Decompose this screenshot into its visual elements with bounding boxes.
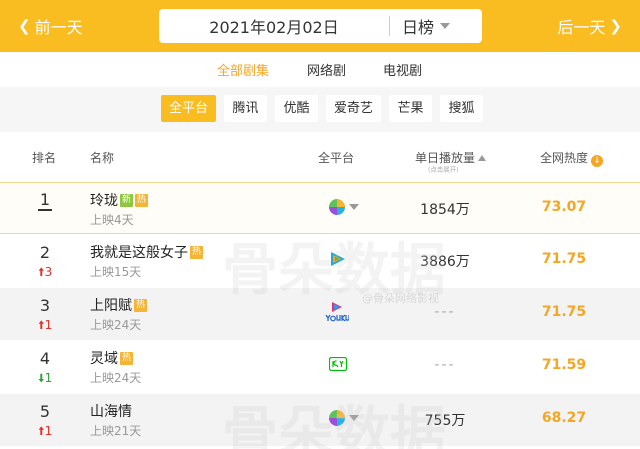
multi-platform-icon (329, 410, 345, 426)
column-plays[interactable]: 单日播放量 (415, 149, 487, 166)
platform-chip-tencent[interactable]: 腾讯 (224, 95, 267, 122)
sort-up-icon (478, 155, 487, 161)
next-day-button[interactable]: 后一天 ❯ (557, 14, 626, 38)
release-days: 上映15天 (90, 265, 142, 279)
platform-chip-youku[interactable]: 优酷 (275, 95, 318, 122)
rank-change-value: 1 (44, 318, 53, 332)
series-title-text: 我就是这般女子 (90, 245, 188, 261)
platform-logo (325, 301, 349, 323)
table-row[interactable]: 4 🠫1 灵域 热 上映24天 --- 71.59 (0, 341, 640, 393)
table-row[interactable]: 5 🠩1 山海情 上映21天 755万 68.27 (0, 394, 640, 446)
column-heat[interactable]: 全网热度 ↓ (540, 149, 604, 167)
release-days: 上映24天 (90, 371, 142, 385)
period-label: 日榜 (402, 18, 435, 37)
column-plays-label: 单日播放量 (415, 151, 476, 165)
tencent-video-icon (331, 252, 345, 266)
chevron-right-icon: ❯ (609, 17, 622, 35)
arrow-up-icon: 🠩 (38, 424, 45, 438)
hot-badge: 热 (134, 298, 147, 312)
arrow-up-icon: 🠩 (38, 265, 45, 279)
series-title-text: 山海情 (90, 404, 132, 420)
rank-change-value: 1 (44, 371, 53, 385)
platform-selector[interactable] (329, 199, 359, 215)
new-badge: 新 (120, 193, 133, 207)
series-title[interactable]: 我就是这般女子 热 (90, 242, 203, 262)
rank-change: 🠩1 (38, 422, 52, 443)
daily-plays: 755万 (424, 413, 466, 429)
release-days: 上映4天 (90, 213, 134, 227)
series-title[interactable]: 灵域 热 (90, 348, 133, 368)
top-bar: ❮ 前一天 2021年02月02日 日榜 后一天 ❯ (0, 0, 640, 52)
multi-platform-icon (329, 199, 345, 215)
platform-chip-sohu[interactable]: 搜狐 (440, 95, 483, 122)
platform-filter: 全平台 腾讯 优酷 爱奇艺 芒果 搜狐 (0, 87, 640, 132)
heat-score: 71.75 (541, 304, 587, 320)
platform-selector[interactable] (329, 410, 359, 426)
column-name: 名称 (90, 151, 115, 165)
release-days: 上映24天 (90, 318, 142, 332)
iqiyi-icon (329, 357, 347, 371)
tab-all-series[interactable]: 全部剧集 (217, 60, 269, 79)
heat-score: 68.27 (541, 410, 587, 426)
sort-down-icon: ↓ (591, 155, 604, 167)
heat-score: 73.07 (541, 199, 587, 215)
rank-number: 2 (39, 243, 51, 262)
hot-badge: 热 (190, 245, 203, 259)
chevron-left-icon: ❮ (18, 17, 31, 35)
prev-day-button[interactable]: ❮ 前一天 (14, 14, 83, 38)
column-rank: 排名 (32, 151, 57, 165)
date-value[interactable]: 2021年02月02日 (159, 14, 389, 38)
rank-change: 🠩1 (38, 316, 52, 337)
series-title-text: 灵域 (90, 351, 118, 367)
series-title[interactable]: 上阳赋 热 (90, 295, 147, 315)
rank-change-value: 3 (44, 265, 53, 279)
arrow-down-icon: 🠫 (38, 371, 45, 385)
tab-tv-series[interactable]: 电视剧 (383, 60, 422, 79)
daily-plays: 3886万 (420, 254, 470, 270)
prev-day-label: 前一天 (34, 18, 83, 37)
hot-badge: 热 (135, 193, 148, 207)
category-tabs: 全部剧集 网络剧 电视剧 (0, 60, 640, 80)
platform-chip-all[interactable]: 全平台 (161, 95, 216, 122)
table-row[interactable]: 2 🠩3 我就是这般女子 热 上映15天 3886万 71.75 (0, 235, 640, 287)
platform-chip-iqiyi[interactable]: 爱奇艺 (326, 95, 381, 122)
period-dropdown[interactable]: 日榜 (390, 14, 451, 38)
caret-down-icon (440, 23, 451, 29)
series-title[interactable]: 玲珑 新 热 (90, 190, 148, 210)
daily-plays: --- (434, 304, 456, 320)
column-heat-label: 全网热度 (540, 151, 589, 165)
rank-number: 4 (39, 349, 51, 368)
daily-plays: --- (434, 357, 456, 373)
rank-change: 🠩3 (38, 263, 52, 284)
date-selector[interactable]: 2021年02月02日 日榜 (159, 9, 482, 43)
heat-score: 71.59 (541, 357, 587, 373)
daily-plays: 1854万 (420, 202, 470, 218)
rank-change: 🠫1 (38, 369, 52, 390)
table-row[interactable]: 3 🠩1 上阳赋 热 上映24天 --- 71.75 (0, 288, 640, 340)
heat-score: 71.75 (541, 251, 587, 267)
table-row[interactable]: 1 玲珑 新 热 上映4天 1854万 73.07 (0, 182, 640, 234)
arrow-up-icon: 🠩 (38, 318, 45, 332)
table-header: 排名 名称 全平台 单日播放量 (点击展开) 全网热度 ↓ (0, 146, 640, 173)
series-title-text: 上阳赋 (90, 298, 132, 314)
column-platform: 全平台 (318, 151, 355, 165)
caret-down-icon (349, 204, 359, 210)
next-day-label: 后一天 (557, 18, 606, 37)
platform-logo (329, 357, 347, 371)
caret-down-icon (349, 415, 359, 421)
platform-chip-mango[interactable]: 芒果 (389, 95, 432, 122)
series-title-text: 玲珑 (90, 193, 118, 209)
release-days: 上映21天 (90, 424, 142, 438)
hot-badge: 热 (120, 351, 133, 365)
series-title[interactable]: 山海情 (90, 401, 132, 421)
rank-number: 5 (39, 402, 51, 421)
rank-change-value: 1 (44, 424, 53, 438)
platform-logo (329, 251, 347, 267)
column-plays-hint[interactable]: (点击展开) (428, 165, 459, 174)
tab-web-series[interactable]: 网络剧 (307, 60, 346, 79)
youku-icon (325, 302, 349, 322)
rank-number: 1 (38, 190, 52, 211)
rank-number: 3 (39, 296, 51, 315)
